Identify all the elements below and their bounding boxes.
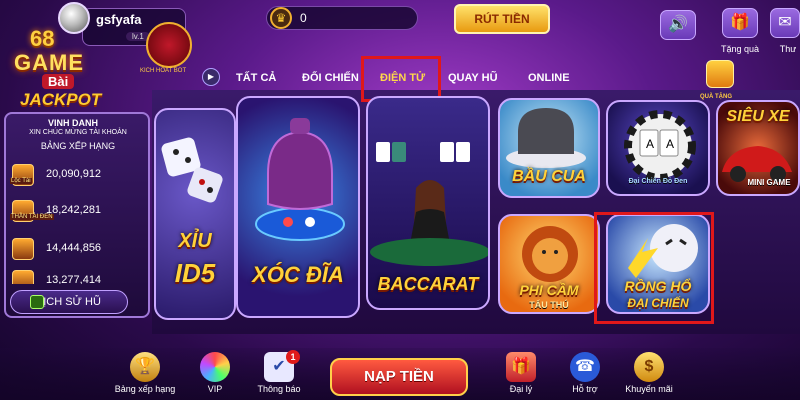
withdraw-button[interactable]: RÚT TIỀN [454, 4, 550, 34]
gift-label: Tặng quà [720, 44, 760, 54]
leaderboard-row: 13,277,414 [12, 270, 142, 284]
dollar-coin-icon: $ [634, 352, 664, 382]
sieu-xe-subtitle: MINI GAME [747, 178, 791, 187]
phi-cam-subtitle: TẨU THÚ [529, 300, 569, 310]
game-highlight-box [594, 212, 714, 324]
nav-notifications[interactable]: ✔ Thông báo [244, 352, 314, 400]
row-amount: 18,242,281 [46, 204, 102, 216]
game-thumbnail-icon [12, 238, 34, 260]
nav-promotions[interactable]: $ Khuyến mãi [614, 352, 684, 400]
row-game-label: Lộc Tài [10, 178, 32, 184]
nav-support-label: Hỗ trợ [572, 384, 598, 394]
game-card-tai-xiu[interactable]: XỈU ID5 [154, 108, 236, 320]
tai-xiu-title: XỈU [178, 230, 212, 252]
logo-game: GAME [14, 50, 84, 75]
game-card-phi-cam[interactable]: PHI CẦM TẨU THÚ [498, 214, 600, 314]
gift-box-label: QUÀ TẶNG [700, 94, 732, 100]
baccarat-title: BACCARAT [377, 274, 479, 294]
avatar[interactable] [58, 2, 90, 34]
svg-text:A: A [646, 137, 654, 151]
poker-chip-icon: AA [624, 110, 696, 182]
nav-leaderboard-label: Bảng xếp hạng [114, 384, 176, 394]
row-amount: 20,090,912 [46, 168, 102, 180]
jackpot-history-button[interactable]: LỊCH SỬ HŨ [10, 290, 128, 314]
logo-bai: Bài [42, 74, 75, 89]
history-icon [30, 295, 44, 309]
leaderboard-subtitle-2: BẢNG XẾP HẠNG [40, 141, 116, 151]
leaderboard-row: Lộc Tài 20,090,912 [10, 164, 142, 186]
crown-icon: ♛ [270, 7, 292, 29]
sieu-xe-title: SIÊU XE [726, 108, 790, 125]
leaderboard-subtitle: XIN CHÚC MỪNG TÀI KHOẢN [29, 129, 127, 136]
phi-cam-title: PHI CẦM [519, 282, 579, 298]
row-amount: 13,277,414 [46, 274, 102, 284]
activate-bot-icon[interactable] [146, 22, 192, 68]
dealer-icon [370, 142, 488, 266]
svg-text:A: A [666, 137, 674, 151]
game-card-xoc-dia[interactable]: XÓC ĐĨA [236, 96, 360, 318]
logo-jackpot: JACKPOT [20, 90, 102, 109]
tab-slots[interactable]: QUAY HŨ [448, 72, 498, 84]
tab-online[interactable]: ONLINE [528, 72, 570, 84]
username: gsfyafa [96, 12, 142, 27]
nav-support[interactable]: ☎ Hỗ trợ [550, 352, 620, 400]
game-card-bau-cua[interactable]: BẦU CUA [498, 98, 600, 198]
lion-icon [522, 226, 578, 282]
coin-balance: 0 [300, 11, 307, 25]
leaderboard-title: VINH DANH [47, 118, 98, 128]
mail-label: Thư [779, 44, 797, 54]
xoc-dia-title: XÓC ĐĨA [252, 262, 344, 287]
game-card-sieu-xe[interactable]: SIÊU XE MINI GAME [716, 100, 800, 196]
leaderboard-row: 14,444,856 [12, 238, 142, 260]
nav-notifications-label: Thông báo [257, 384, 301, 394]
cup-icon [506, 108, 586, 168]
tab-versus[interactable]: ĐỐI CHIẾN [302, 72, 359, 84]
trophy-icon: 🏆 [130, 352, 160, 382]
play-icon[interactable]: ▶ [202, 68, 220, 86]
activate-bot-label: KICH HOAT BOT [140, 68, 187, 74]
nav-agent[interactable]: 🎁 Đại lý [486, 352, 556, 400]
mail-icon[interactable]: ✉ [770, 8, 800, 38]
poker-subtitle: Đại Chiến Đỏ Đen [628, 178, 688, 185]
gift-box-icon[interactable] [706, 60, 734, 88]
gift-icon[interactable]: 🎁 [722, 8, 758, 38]
nav-vip[interactable]: VIP [180, 352, 250, 400]
wheel-icon [200, 352, 230, 382]
sound-icon[interactable]: 🔊 [660, 10, 696, 40]
notification-badge: 1 [286, 350, 300, 364]
headset-icon: ☎ [570, 352, 600, 382]
game-card-baccarat[interactable]: BACCARAT [366, 96, 490, 310]
tai-xiu-title-2: ID5 [174, 258, 216, 288]
bowl-icon [255, 118, 345, 241]
nav-promotions-label: Khuyến mãi [625, 384, 673, 394]
game-card-poker[interactable]: AA Đại Chiến Đỏ Đen [606, 100, 710, 196]
row-amount: 14,444,856 [46, 242, 102, 254]
nav-leaderboard[interactable]: 🏆 Bảng xếp hạng [110, 352, 180, 400]
game-thumbnail-icon [12, 270, 34, 284]
logo-number: 68 [30, 26, 55, 51]
nav-vip-label: VIP [207, 384, 223, 394]
leaderboard-row: THẦN TÀI ĐEN 18,242,281 [10, 200, 142, 222]
nav-agent-label: Đại lý [509, 384, 533, 394]
bau-cua-title: BẦU CUA [512, 168, 586, 185]
tab-all[interactable]: TẤT CẢ [236, 72, 276, 84]
recharge-button[interactable]: NẠP TIỀN [330, 358, 468, 396]
gift-icon: 🎁 [506, 352, 536, 382]
